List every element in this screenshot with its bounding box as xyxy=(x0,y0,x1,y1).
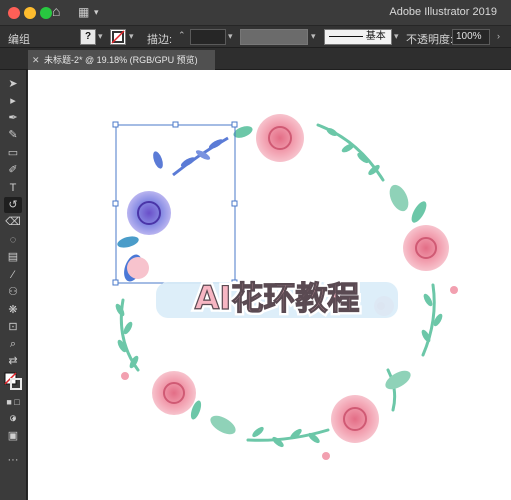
control-bar: 编组 ? ▾ ▾ 描边: ⌃ ▾ ▾ 基本 ▾ 不透明度: 100% › xyxy=(0,26,511,48)
opacity-expand-chevron[interactable]: › xyxy=(497,31,500,41)
stroke-weight-dropdown[interactable]: ▾ xyxy=(228,31,233,42)
fill-stroke-swatch-icon xyxy=(4,372,22,390)
workspace-layout-icon[interactable]: ▦ xyxy=(78,5,89,19)
eraser-tool-icon[interactable]: ⌫ xyxy=(4,214,22,230)
maximize-window-button[interactable] xyxy=(40,7,52,19)
fill-stroke-indicator[interactable] xyxy=(4,372,22,390)
brush-definition-select[interactable]: 基本 xyxy=(324,29,392,45)
brush-dropdown-chevron[interactable]: ▾ xyxy=(394,31,399,42)
wreath-title: AI花环教程 AI花环教程 xyxy=(156,276,398,320)
warp-tool-icon[interactable]: ◌ xyxy=(4,232,22,248)
fill-swatch[interactable]: ? xyxy=(80,29,96,45)
more-tools-icon[interactable]: ··· xyxy=(4,452,22,468)
zoom-tool-icon[interactable]: ⌕ xyxy=(4,336,22,352)
tools-panel: ➤ ▸ ✒ ✎ ▭ ✐ T ↺ ⌫ ◌ ▤ ⁄ ⚇ ❋ ⊡ ⌕ ⇄ ■ □ ⊘ … xyxy=(0,70,27,500)
type-tool-icon[interactable]: T xyxy=(4,180,22,196)
direct-selection-tool-icon[interactable]: ▸ xyxy=(4,93,22,109)
drawing-mode-icon[interactable]: ◑ xyxy=(4,411,22,427)
fill-dropdown-chevron[interactable]: ▾ xyxy=(98,31,103,42)
rotate-tool-icon[interactable]: ↺ xyxy=(4,197,22,213)
app-title: Adobe Illustrator 2019 xyxy=(389,6,497,18)
document-tab-title: 未标题-2* @ 19.18% (RGB/GPU 预览) xyxy=(44,55,198,65)
close-tab-icon[interactable]: ✕ xyxy=(32,50,40,70)
brush-style-value: 基本 xyxy=(365,31,386,42)
title-bar: ⌂ ▦ ▾ Adobe Illustrator 2019 xyxy=(0,0,511,26)
document-tab[interactable]: ✕ 未标题-2* @ 19.18% (RGB/GPU 预览) xyxy=(28,50,215,70)
selection-type-label: 编组 xyxy=(8,34,30,46)
stroke-weight-field[interactable] xyxy=(190,29,226,45)
stroke-label: 描边: xyxy=(147,34,173,46)
stroke-swatch[interactable] xyxy=(110,29,126,45)
variable-width-profile[interactable] xyxy=(240,29,308,45)
stroke-dropdown-chevron[interactable]: ▾ xyxy=(129,31,134,42)
artboard-tool-icon[interactable]: ⊡ xyxy=(4,319,22,335)
chevron-down-icon[interactable]: ▾ xyxy=(94,7,99,18)
no-stroke-icon xyxy=(111,30,125,44)
close-window-button[interactable] xyxy=(8,7,20,19)
opacity-label: 不透明度: xyxy=(406,34,454,46)
screen-mode-icon[interactable]: ▣ xyxy=(4,428,22,444)
stroke-weight-stepper[interactable]: ⌃ xyxy=(178,30,186,41)
blend-tool-icon[interactable]: ⚇ xyxy=(4,284,22,300)
home-icon[interactable]: ⌂ xyxy=(52,3,60,19)
minimize-window-button[interactable] xyxy=(24,7,36,19)
gradient-tool-icon[interactable]: ▤ xyxy=(4,249,22,265)
rectangle-tool-icon[interactable]: ▭ xyxy=(4,145,22,161)
title-text-outline: AI花环教程 xyxy=(195,279,360,317)
color-mode-icons[interactable]: ■ □ ⊘ xyxy=(4,394,22,423)
symbol-sprayer-tool-icon[interactable]: ❋ xyxy=(4,302,22,318)
wreath-artwork: AI花环教程 AI花环教程 xyxy=(112,114,458,460)
profile-dropdown-chevron[interactable]: ▾ xyxy=(311,31,316,42)
eyedropper-tool-icon[interactable]: ⁄ xyxy=(4,267,22,283)
pen-tool-icon[interactable]: ✒ xyxy=(4,110,22,126)
swap-fill-stroke-icon[interactable]: ⇄ xyxy=(4,353,22,369)
brush-stroke-preview xyxy=(329,35,363,37)
selection-tool-icon[interactable]: ➤ xyxy=(4,76,22,92)
opacity-field[interactable]: 100% xyxy=(452,29,490,45)
artboard-canvas[interactable]: AI花环教程 AI花环教程 xyxy=(28,70,511,500)
paintbrush-tool-icon[interactable]: ✐ xyxy=(4,162,22,178)
curvature-tool-icon[interactable]: ✎ xyxy=(4,127,22,143)
document-tab-bar: ✕ 未标题-2* @ 19.18% (RGB/GPU 预览) xyxy=(0,48,511,70)
